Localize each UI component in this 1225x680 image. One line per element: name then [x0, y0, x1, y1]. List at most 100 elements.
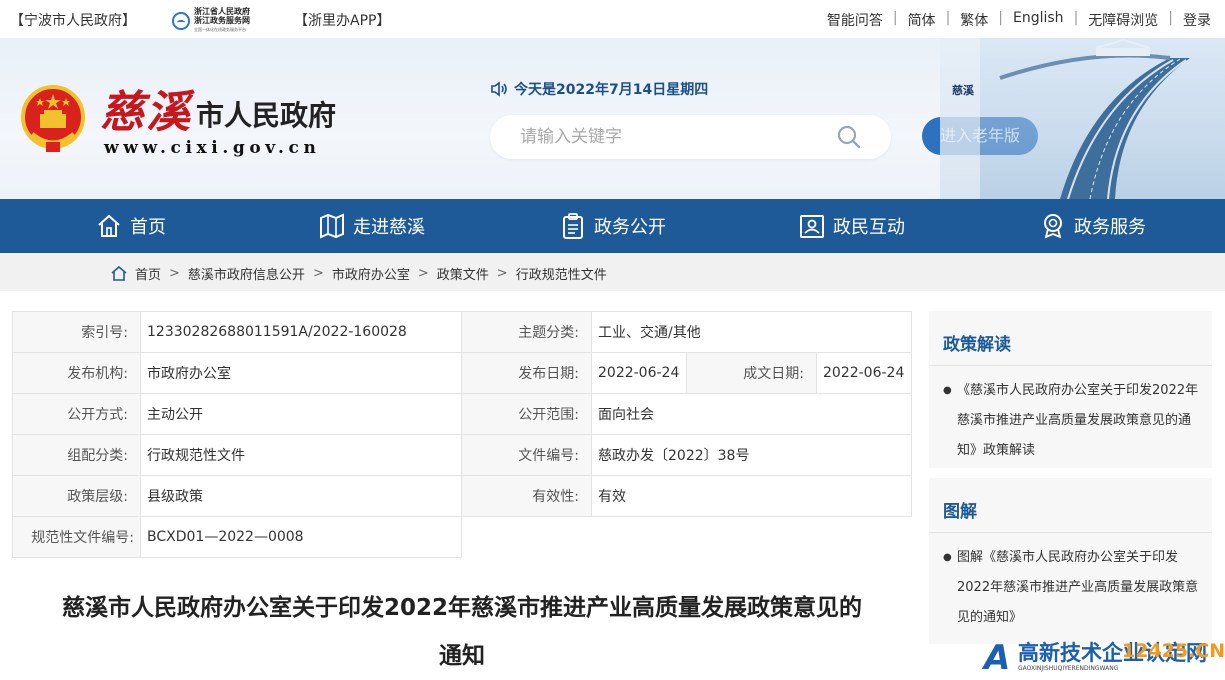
list-item[interactable]: ● 图解《慈溪市人民政府办公室关于印发2022年慈溪市推进产业高质量发展政策意见… [929, 533, 1212, 633]
breadcrumb-sep: > [312, 266, 324, 281]
date-display: 今天是2022年7月14日星期四 [490, 79, 708, 99]
ningbo-gov-link[interactable]: 【宁波市人民政府】 [10, 10, 136, 30]
medal-icon [1044, 214, 1062, 239]
nav-item-about[interactable]: 走进慈溪 [319, 199, 425, 253]
zheliban-app-link[interactable]: 【浙里办APP】 [294, 10, 390, 30]
doc-no-label: 文件编号: [461, 434, 592, 476]
norm-no-label: 规范性文件编号: [12, 516, 141, 558]
site-header: 慈溪 市人民政府 www.cixi.gov.cn 今天是2022年7月14日星期… [0, 38, 1225, 199]
top-links: 智能问答 | 简体 | 繁体 | English | 无障碍浏览 | 登录 [827, 10, 1211, 30]
watermark-letter: A [984, 638, 1011, 678]
publisher-label: 发布机构: [12, 352, 141, 394]
bullet-icon: ● [943, 385, 952, 396]
brand-cixi-text: 慈溪 [100, 87, 192, 138]
link-accessibility[interactable]: 无障碍浏览 [1088, 10, 1158, 30]
index-no-label: 索引号: [12, 311, 141, 353]
sidebar-graphic-link[interactable]: 图解《慈溪市人民政府办公室关于印发2022年慈溪市推进产业高质量发展政策意见的通… [957, 543, 1200, 633]
home-icon [111, 266, 127, 281]
zhejiang-emblem-icon [172, 11, 190, 30]
level-label: 政策层级: [12, 475, 141, 517]
watermark-domain: 12425.CN [1122, 640, 1225, 662]
breadcrumb-home[interactable]: 首页 [135, 264, 161, 283]
nav-label-services: 政务服务 [1074, 217, 1146, 238]
watermark-sub: GAOXINJISHUQIYERENDINGWANG [1018, 665, 1119, 672]
bridge-photo [940, 38, 1225, 199]
nav-item-services[interactable]: 政务服务 [1040, 199, 1146, 253]
category-label: 组配分类: [12, 434, 141, 476]
breadcrumb-policy-docs[interactable]: 政策文件 [437, 264, 489, 283]
search-input[interactable] [520, 125, 820, 149]
divider: | [892, 10, 898, 26]
open-mode-value: 主动公开 [140, 393, 462, 435]
zj-gov-line1: 浙江省人民政府 [194, 7, 250, 16]
breadcrumb-office[interactable]: 市政府办公室 [332, 264, 410, 283]
breadcrumb-sep: > [417, 266, 429, 281]
map-icon [320, 213, 344, 239]
topic-value: 工业、交通/其他 [591, 311, 912, 353]
zhejiang-gov-logo[interactable]: 浙江省人民政府 浙江政务服务网 全国一体化在线政务服务平台 [172, 7, 250, 34]
made-date-label: 成文日期: [686, 352, 817, 394]
open-scope-label: 公开范围: [461, 393, 592, 435]
nav-label-gov-affairs: 政务公开 [594, 217, 666, 238]
breadcrumb-sep: > [496, 266, 508, 281]
speaker-icon[interactable] [490, 81, 508, 97]
pub-date-label: 发布日期: [461, 352, 592, 394]
pub-date-value: 2022-06-24 [591, 352, 687, 394]
made-date-value: 2022-06-24 [816, 352, 912, 394]
nav-item-home[interactable]: 首页 [96, 199, 166, 253]
divider: | [1168, 10, 1173, 26]
table-row: 政策层级: 县级政策 有效性: 有效 [12, 475, 912, 517]
breadcrumb-info-open[interactable]: 慈溪市政府信息公开 [188, 264, 305, 283]
sidebar-graphic-title: 图解 [929, 478, 1212, 533]
divider: | [998, 10, 1003, 26]
link-smart-qa[interactable]: 智能问答 [827, 10, 883, 30]
zj-gov-line2: 浙江政务服务网 [194, 16, 250, 25]
person-card-icon [800, 215, 824, 238]
link-english[interactable]: English [1013, 10, 1064, 30]
link-simplified[interactable]: 简体 [908, 10, 936, 30]
breadcrumb: 首页 > 慈溪市政府信息公开 > 市政府办公室 > 政策文件 > 行政规范性文件 [0, 253, 1225, 291]
sidebar-graphic: 图解 ● 图解《慈溪市人民政府办公室关于印发2022年慈溪市推进产业高质量发展政… [929, 478, 1212, 644]
document-meta-table: 索引号: 12330282688011591A/2022-160028 主题分类… [12, 311, 912, 558]
sidebar-interpret-link[interactable]: 《慈溪市人民政府办公室关于印发2022年慈溪市推进产业高质量发展政策意见的通知》… [957, 376, 1200, 466]
list-item[interactable]: ● 《慈溪市人民政府办公室关于印发2022年慈溪市推进产业高质量发展政策意见的通… [929, 366, 1212, 466]
table-row: 公开方式: 主动公开 公开范围: 面向社会 [12, 393, 912, 435]
bullet-icon: ● [943, 552, 952, 563]
doc-no-value: 慈政办发〔2022〕38号 [591, 434, 912, 476]
brand-url: www.cixi.gov.cn [104, 138, 321, 158]
validity-label: 有效性: [461, 475, 592, 517]
divider: | [1073, 10, 1079, 26]
norm-no-value: BCXD01—2022—0008 [140, 516, 462, 558]
home-icon [98, 214, 120, 237]
validity-value: 有效 [591, 475, 912, 517]
level-value: 县级政策 [140, 475, 462, 517]
clipboard-icon [563, 213, 583, 239]
document-title-line2: 通知 [439, 643, 485, 669]
breadcrumb-sep: > [169, 266, 180, 281]
table-row: 组配分类: 行政规范性文件 文件编号: 慈政办发〔2022〕38号 [12, 434, 912, 476]
table-blank [462, 517, 912, 558]
nav-item-gov-affairs[interactable]: 政务公开 [560, 199, 666, 253]
search-icon[interactable] [837, 125, 861, 149]
link-login[interactable]: 登录 [1183, 10, 1211, 30]
main-nav: 首页 走进慈溪 政务公开 政民互动 政务服务 [0, 199, 1225, 253]
site-watermark-logo: A 高新技术企业认定网 12425.CN GAOXINJISHUQIYEREND… [984, 634, 1225, 678]
sidebar-policy-interpret: 政策解读 ● 《慈溪市人民政府办公室关于印发2022年慈溪市推进产业高质量发展政… [929, 311, 1212, 468]
category-value: 行政规范性文件 [140, 434, 462, 476]
top-bar: 【宁波市人民政府】 浙江省人民政府 浙江政务服务网 全国一体化在线政务服务平台 … [0, 0, 1225, 38]
bridge-label: 慈溪 [952, 84, 974, 97]
document-title-line1: 慈溪市人民政府办公室关于印发2022年慈溪市推进产业高质量发展政策意见的 [61, 595, 862, 621]
link-traditional[interactable]: 繁体 [960, 10, 988, 30]
open-scope-value: 面向社会 [591, 393, 912, 435]
nav-label-home: 首页 [130, 217, 166, 238]
divider: | [945, 10, 951, 26]
brand-name: 市人民政府 [196, 99, 337, 132]
national-emblem-icon [21, 85, 85, 152]
breadcrumb-normative-docs[interactable]: 行政规范性文件 [516, 264, 607, 283]
search-box [490, 115, 891, 159]
zj-gov-line3: 全国一体化在线政务服务平台 [194, 27, 246, 32]
nav-item-interaction[interactable]: 政民互动 [799, 199, 905, 253]
index-no-value: 12330282688011591A/2022-160028 [140, 311, 462, 353]
nav-label-about: 走进慈溪 [353, 217, 425, 238]
sidebar-interpret-title: 政策解读 [929, 311, 1212, 366]
